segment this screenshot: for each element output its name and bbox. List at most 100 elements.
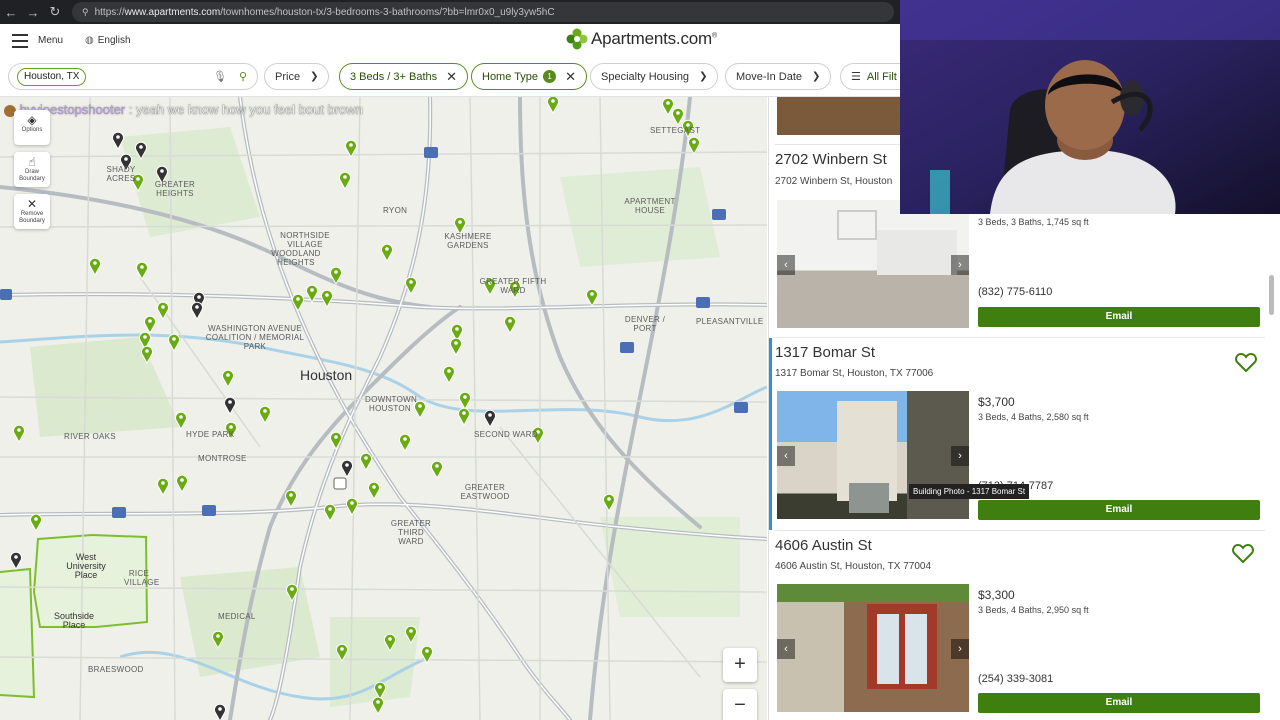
map-pin-dot	[435, 464, 439, 468]
photo-next-icon[interactable]: ›	[951, 639, 969, 659]
map-label-hyde-park: HYDE PARK	[186, 430, 235, 439]
map-options-button[interactable]: ◈ Options	[14, 110, 50, 145]
listing-phone[interactable]: (254) 339-3081	[978, 673, 1053, 685]
map-pin-icon[interactable]	[341, 459, 353, 479]
map-pin-icon[interactable]	[372, 696, 384, 716]
zoom-in-button[interactable]: +	[723, 648, 757, 682]
map-pin-icon[interactable]	[458, 407, 470, 427]
microphone-icon[interactable]: 🎙	[213, 70, 227, 83]
reload-icon[interactable]: ↻	[44, 0, 66, 24]
back-arrow-icon[interactable]: ←	[0, 0, 22, 24]
listings-scrollbar[interactable]	[1269, 275, 1274, 315]
map-pin-icon[interactable]	[112, 131, 124, 151]
listing-photo[interactable]: ‹ ›	[777, 200, 969, 328]
map-pin-icon[interactable]	[292, 293, 304, 313]
listing-photo[interactable]: ‹ ›	[777, 584, 969, 712]
map-pin-icon[interactable]	[157, 301, 169, 321]
map-pin-icon[interactable]	[603, 493, 615, 513]
listing-phone[interactable]: (832) 775-6110	[978, 286, 1052, 298]
email-button[interactable]: Email	[978, 307, 1260, 327]
listing-title[interactable]: 2702 Winbern St	[775, 151, 887, 168]
map-pin-icon[interactable]	[381, 243, 393, 263]
search-input[interactable]: Houston, TX 🎙 ⚲	[8, 63, 258, 90]
map-pin-icon[interactable]	[346, 497, 358, 517]
map-pin-icon[interactable]	[443, 365, 455, 385]
map-pin-icon[interactable]	[450, 337, 462, 357]
map-pin-dot	[328, 507, 332, 511]
map-pin-icon[interactable]	[224, 396, 236, 416]
site-info-icon[interactable]: ⚲	[82, 7, 89, 18]
map-pin-icon[interactable]	[30, 513, 42, 533]
map-pin-icon[interactable]	[662, 97, 674, 117]
map-pin-icon[interactable]	[672, 107, 684, 127]
clear-home-type-icon[interactable]: ✕	[565, 69, 576, 85]
map-pin-icon[interactable]	[10, 551, 22, 571]
map-pin-icon[interactable]	[688, 136, 700, 156]
heart-icon[interactable]	[1234, 350, 1258, 374]
map-pin-icon[interactable]	[504, 315, 516, 335]
map-pin-icon[interactable]	[168, 333, 180, 353]
remove-boundary-button[interactable]: ✕ Remove Boundary	[14, 194, 50, 229]
map-pin-icon[interactable]	[89, 257, 101, 277]
listing-title[interactable]: 1317 Bomar St	[775, 344, 875, 361]
clear-beds-icon[interactable]: ✕	[446, 69, 457, 85]
map-pin-icon[interactable]	[339, 171, 351, 191]
map-label-greater-third-ward: GREATER THIRD WARD	[390, 519, 432, 546]
map-pin-icon[interactable]	[324, 503, 336, 523]
map-pin-icon[interactable]	[214, 703, 226, 720]
map-pin-icon[interactable]	[136, 261, 148, 281]
forward-arrow-icon[interactable]: →	[22, 0, 44, 24]
map-pin-dot	[17, 428, 21, 432]
beds-baths-filter[interactable]: 3 Beds / 3+ Baths ✕	[339, 63, 469, 90]
map-pin-icon[interactable]	[368, 481, 380, 501]
map-pin-icon[interactable]	[222, 369, 234, 389]
map-pin-icon[interactable]	[360, 452, 372, 472]
map-panel[interactable]: SHADY ACRES GREATER HEIGHTS RYON KASHMER…	[0, 97, 767, 720]
map-pin-icon[interactable]	[176, 474, 188, 494]
map-pin-dot	[14, 555, 18, 559]
map-pin-icon[interactable]	[484, 409, 496, 429]
site-logo[interactable]: Apartments.com®	[566, 28, 717, 50]
map-pin-icon[interactable]	[259, 405, 271, 425]
zoom-out-button[interactable]: −	[723, 689, 757, 720]
map-pin-icon[interactable]	[586, 288, 598, 308]
map-pin-icon[interactable]	[399, 433, 411, 453]
map-pin-icon[interactable]	[285, 489, 297, 509]
address-bar[interactable]: ⚲ https://www.apartments.com/townhomes/h…	[72, 2, 894, 22]
listing-card-active[interactable]: 1317 Bomar St 1317 Bomar St, Houston, TX…	[769, 338, 1280, 530]
search-icon[interactable]: ⚲	[239, 70, 247, 83]
close-icon: ✕	[26, 197, 38, 211]
listing-title[interactable]: 4606 Austin St	[775, 537, 872, 554]
home-type-filter[interactable]: Home Type 1 ✕	[471, 63, 587, 90]
site-header: Menu ◍ English Apartments.com®	[0, 24, 900, 57]
hand-draw-icon: ☝	[28, 155, 36, 169]
heart-icon[interactable]	[1231, 541, 1255, 565]
photo-next-icon[interactable]: ›	[951, 446, 969, 466]
price-filter[interactable]: Price ❯	[264, 63, 330, 90]
email-button[interactable]: Email	[978, 500, 1260, 520]
draw-boundary-button[interactable]: ☝ Draw Boundary	[14, 152, 50, 187]
map-pin-icon[interactable]	[431, 460, 443, 480]
map-pin-icon[interactable]	[321, 289, 333, 309]
photo-next-icon[interactable]: ›	[951, 255, 969, 275]
email-button[interactable]: Email	[978, 693, 1260, 713]
listing-card[interactable]: 4606 Austin St 4606 Austin St, Houston, …	[769, 531, 1280, 720]
map-pin-icon[interactable]	[157, 477, 169, 497]
logo-text: Apartments.com®	[591, 29, 717, 48]
streamer-webcam-image	[900, 0, 1280, 214]
specialty-housing-filter[interactable]: Specialty Housing ❯	[590, 63, 719, 90]
map-pin-icon[interactable]	[459, 391, 471, 411]
photo-prev-icon[interactable]: ‹	[777, 255, 795, 275]
map-pin-icon[interactable]	[144, 315, 156, 335]
move-in-date-filter[interactable]: Move-In Date ❯	[725, 63, 832, 90]
map-pin-icon[interactable]	[191, 301, 203, 321]
map-pin-icon[interactable]	[405, 276, 417, 296]
listing-photo[interactable]: ‹ ›	[777, 391, 969, 519]
menu-button[interactable]: Menu	[12, 33, 63, 48]
map-pin-icon[interactable]	[13, 424, 25, 444]
location-tag[interactable]: Houston, TX	[17, 67, 87, 86]
photo-prev-icon[interactable]: ‹	[777, 639, 795, 659]
language-selector[interactable]: ◍ English	[85, 35, 131, 46]
listing-address: 2702 Winbern St, Houston	[775, 176, 893, 187]
photo-prev-icon[interactable]: ‹	[777, 446, 795, 466]
